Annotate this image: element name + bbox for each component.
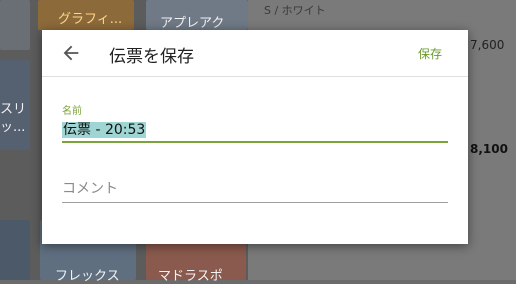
product-label: アプレアク [160,16,225,31]
price: 7,600 [470,38,505,52]
product-label: ッ... [0,120,26,135]
product-label: フレックス [55,269,120,284]
name-field-value: 伝票 - 20:53 [62,122,147,138]
comment-field[interactable]: コメント [62,178,448,203]
product-thumb [0,0,30,50]
product-label: スリ [0,102,27,117]
name-field-label: 名前 [62,106,82,117]
product-thumb [0,220,30,280]
save-slip-dialog: 伝票を保存 保存 名前 伝票 - 20:53 コメント [42,30,468,244]
price-total: 8,100 [470,142,508,156]
dialog-title: 伝票を保存 [109,47,194,67]
arrow-left-icon[interactable] [60,42,82,64]
variant-text: S / ホワイト [264,4,326,17]
save-button[interactable]: 保存 [418,45,442,62]
name-field[interactable]: 伝票 - 20:53 [62,119,448,143]
product-label: マドラスポ [158,269,223,284]
dialog-header: 伝票を保存 保存 [42,30,468,77]
product-label: グラフィ... [58,12,123,27]
